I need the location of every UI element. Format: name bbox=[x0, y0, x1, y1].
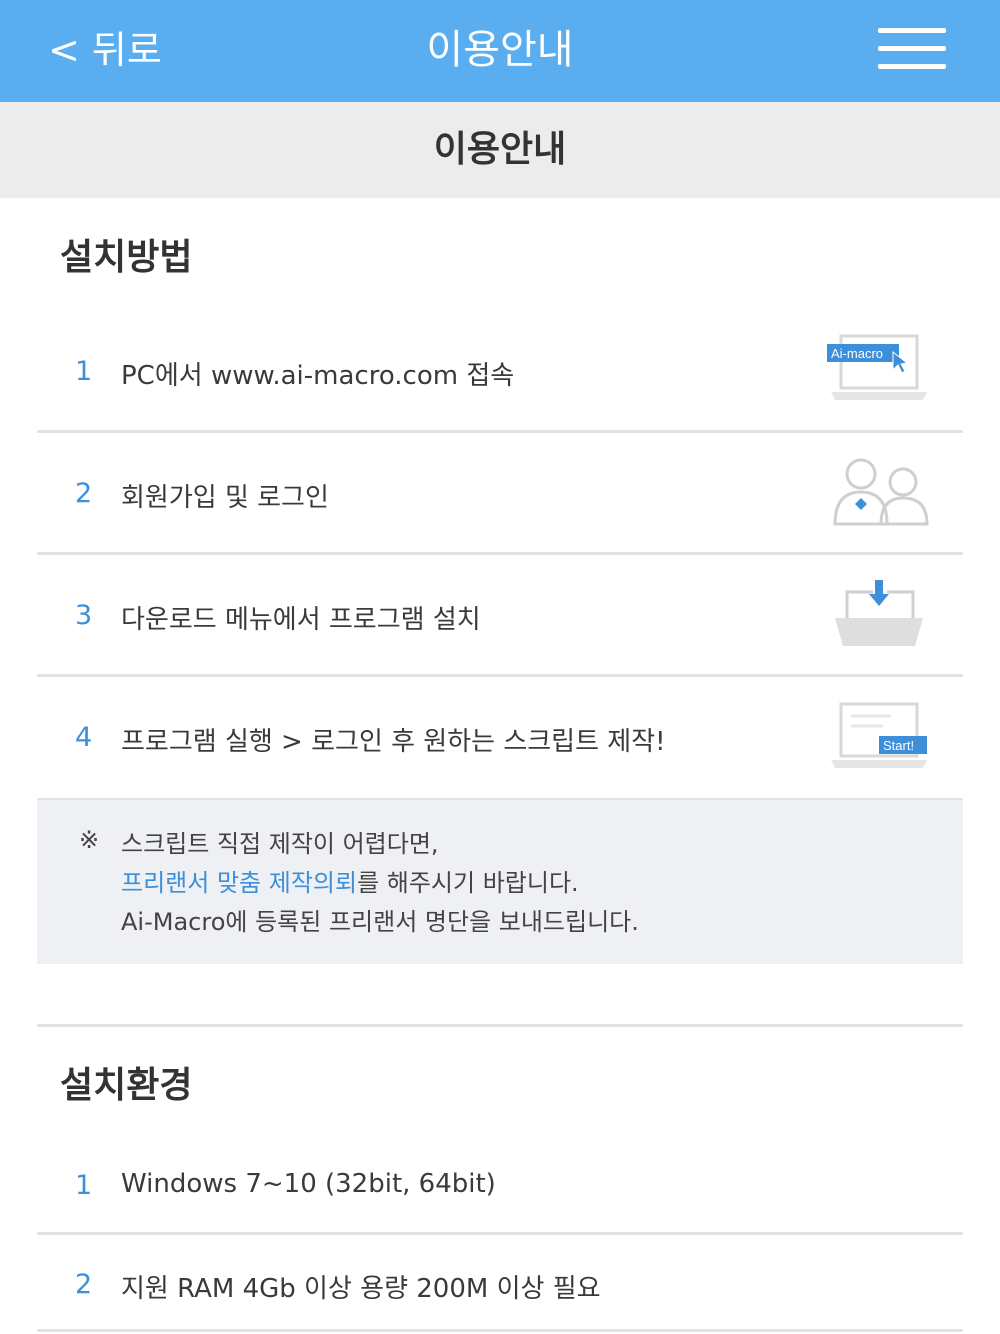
step-text: PC에서 www.ai-macro.com 접속 bbox=[121, 361, 515, 391]
step-number: 2 bbox=[75, 478, 93, 509]
notice-line-2-rest: 를 해주시기 바랍니다. bbox=[357, 869, 579, 897]
notice-line-3: Ai-Macro에 등록된 프리랜서 명단을 보내드립니다. bbox=[121, 908, 639, 936]
step-number: 1 bbox=[75, 356, 93, 387]
section-divider bbox=[37, 1024, 963, 1027]
notice-box: ※ 스크립트 직접 제작이 어렵다면, 프리랜서 맞춤 제작의뢰를 해주시기 바… bbox=[37, 800, 963, 964]
notice-line-1: 스크립트 직접 제작이 어렵다면, bbox=[121, 830, 439, 858]
notice-line-2: 프리랜서 맞춤 제작의뢰를 해주시기 바랍니다. bbox=[121, 863, 579, 898]
step-text: 프로그램 실행 > 로그인 후 원하는 스크립트 제작! bbox=[121, 727, 666, 757]
page-title: 이용안내 bbox=[426, 27, 574, 73]
env-item-number: 1 bbox=[75, 1170, 93, 1201]
env-item-row: 1 Windows 7~10 (32bit, 64bit) bbox=[37, 1140, 963, 1235]
download-tray-icon bbox=[835, 580, 923, 646]
subheader: 이용안내 bbox=[0, 102, 1000, 198]
step-text: 회원가입 및 로그인 bbox=[121, 483, 329, 513]
env-item-row: 2 지원 RAM 4Gb 이상 용량 200M 이상 필요 bbox=[37, 1235, 963, 1332]
step-text: 다운로드 메뉴에서 프로그램 설치 bbox=[121, 605, 481, 635]
step-number: 3 bbox=[75, 600, 93, 631]
install-step-row: 2 회원가입 및 로그인 bbox=[37, 432, 963, 555]
hamburger-menu-icon[interactable] bbox=[878, 28, 950, 70]
section-title-install-env: 설치환경 bbox=[60, 1065, 193, 1106]
env-item-text: 지원 RAM 4Gb 이상 용량 200M 이상 필요 bbox=[121, 1274, 601, 1304]
start-icon-label: Start! bbox=[883, 738, 914, 753]
env-item-number: 2 bbox=[75, 1269, 93, 1300]
freelancer-request-link[interactable]: 프리랜서 맞춤 제작의뢰 bbox=[121, 869, 357, 897]
top-navigation-bar: < 뒤로 이용안내 bbox=[0, 0, 1000, 102]
install-step-row: 4 프로그램 실행 > 로그인 후 원하는 스크립트 제작! Start! bbox=[37, 676, 963, 801]
users-icon bbox=[833, 458, 929, 526]
laptop-start-icon: Start! bbox=[831, 702, 927, 768]
subheader-title: 이용안내 bbox=[433, 129, 567, 170]
install-step-row: 3 다운로드 메뉴에서 프로그램 설치 bbox=[37, 554, 963, 677]
laptop-ai-macro-icon: Ai-macro bbox=[827, 334, 927, 400]
install-step-row: 1 PC에서 www.ai-macro.com 접속 Ai-macro bbox=[37, 310, 963, 433]
notice-mark: ※ bbox=[79, 826, 100, 854]
env-item-text: Windows 7~10 (32bit, 64bit) bbox=[121, 1169, 496, 1199]
step-number: 4 bbox=[75, 722, 93, 753]
section-title-install-method: 설치방법 bbox=[60, 237, 193, 278]
ai-macro-icon-label: Ai-macro bbox=[831, 346, 883, 361]
